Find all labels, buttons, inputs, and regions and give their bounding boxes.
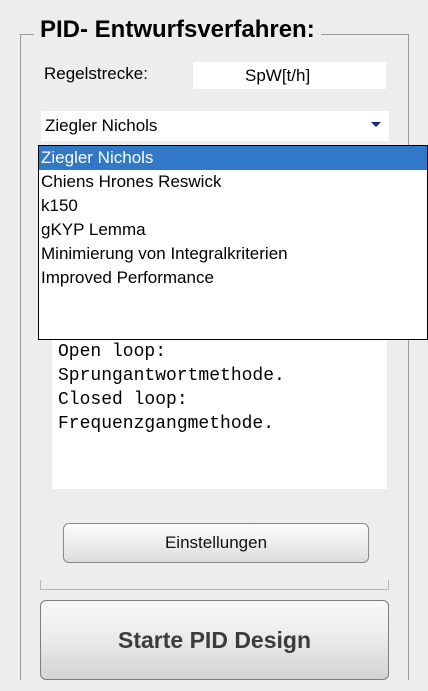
method-description: Open loop: Sprungantwortmethode. Closed … xyxy=(52,340,387,489)
description-line: Sprungantwortmethode. xyxy=(58,366,285,386)
method-option-improved-performance[interactable]: Improved Performance xyxy=(39,266,427,290)
start-pid-design-button[interactable]: Starte PID Design xyxy=(40,600,389,680)
chevron-down-icon[interactable] xyxy=(366,115,386,135)
inner-group-frame xyxy=(40,580,389,590)
method-dropdown[interactable]: Ziegler Nichols xyxy=(41,111,389,141)
method-option-integralkriterien[interactable]: Minimierung von Integralkriterien xyxy=(39,242,427,266)
regelstrecke-value-field: SpW[t/h] xyxy=(193,62,386,89)
method-option-chiens-hrones-reswick[interactable]: Chiens Hrones Reswick xyxy=(39,170,427,194)
panel-title: PID- Entwurfsverfahren: xyxy=(34,16,321,44)
method-option-gkyp-lemma[interactable]: gKYP Lemma xyxy=(39,218,427,242)
method-option-list[interactable]: Ziegler Nichols Chiens Hrones Reswick k1… xyxy=(38,145,428,340)
description-line: Open loop: xyxy=(58,342,167,362)
method-dropdown-value: Ziegler Nichols xyxy=(45,116,158,135)
description-line: Frequenzgangmethode. xyxy=(58,414,275,434)
einstellungen-button[interactable]: Einstellungen xyxy=(63,523,369,563)
method-option-ziegler-nichols[interactable]: Ziegler Nichols xyxy=(39,146,427,170)
method-option-k150[interactable]: k150 xyxy=(39,194,427,218)
regelstrecke-label: Regelstrecke: xyxy=(44,64,148,83)
description-line: Closed loop: xyxy=(58,390,188,410)
